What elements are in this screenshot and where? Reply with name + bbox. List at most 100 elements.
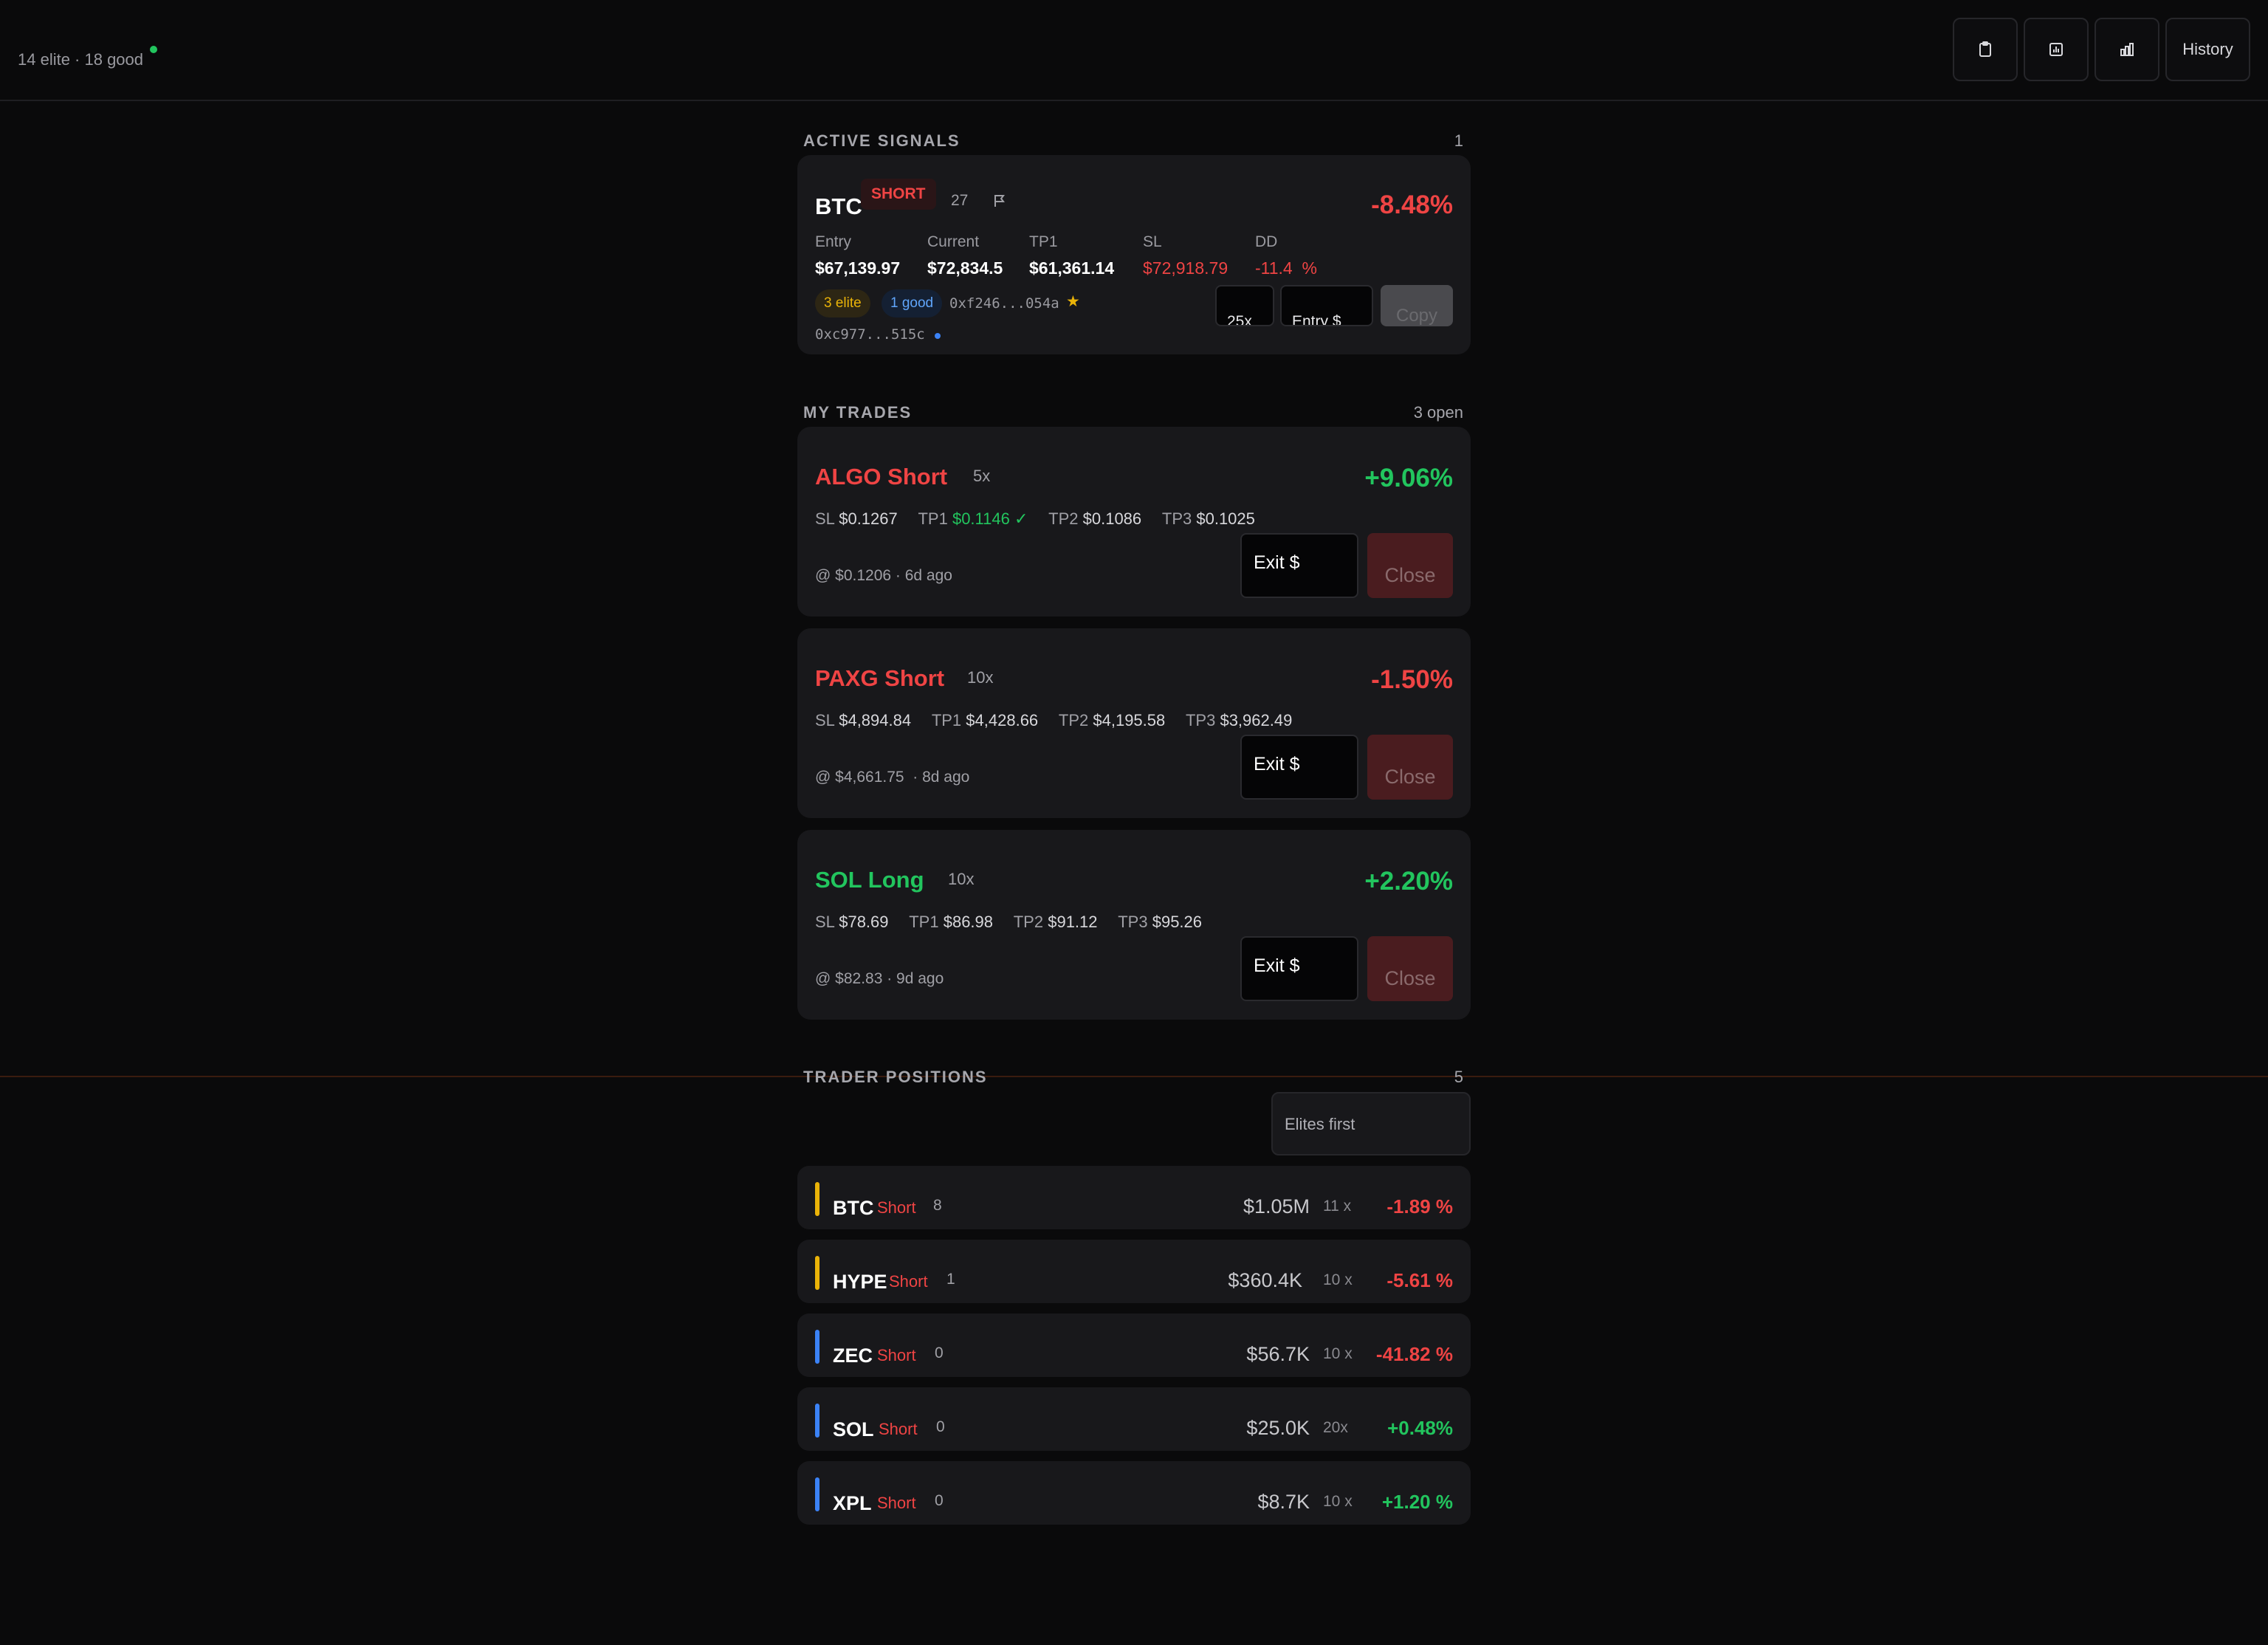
trade-entry-meta: @ $0.1206 · 6d ago — [815, 567, 952, 584]
wallet-address[interactable]: 0xf246...054a — [949, 295, 1059, 312]
status-text: 14 elite · 18 good — [18, 50, 144, 69]
position-leverage: 10 x — [1323, 1271, 1353, 1288]
tier-indicator — [815, 1182, 819, 1216]
my-trades-title: MY TRADES — [803, 403, 913, 422]
close-button[interactable]: Close — [1367, 735, 1453, 800]
position-size: $25.0K — [1246, 1417, 1310, 1439]
position-leverage: 10 x — [1323, 1493, 1353, 1510]
elite-count-badge: 3 elite — [815, 289, 870, 317]
report-button[interactable] — [2024, 18, 2089, 81]
tier-indicator — [815, 1256, 819, 1290]
table-row[interactable]: ZEC Short 0 $56.7K 10 x -41.82 % — [797, 1313, 1471, 1377]
clipboard-button[interactable] — [1953, 18, 2018, 81]
tier-indicator — [815, 1404, 819, 1438]
exit-price-input[interactable]: Exit $ — [1240, 533, 1358, 598]
flag-icon[interactable] — [992, 193, 1007, 208]
trade-leverage: 5x — [973, 467, 991, 485]
table-row[interactable]: XPL Short 0 $8.7K 10 x +1.20 % — [797, 1461, 1471, 1525]
trade-levels: SL $78.69 TP1 $86.98 TP2 $91.12 TP3 $95.… — [815, 913, 1203, 931]
signal-number: 27 — [951, 192, 969, 209]
position-side: Short — [879, 1420, 918, 1438]
position-trader-count: 0 — [935, 1492, 944, 1509]
entry-label: Entry — [815, 233, 852, 250]
position-side: Short — [877, 1346, 916, 1364]
trade-title: SOL Long — [815, 867, 924, 893]
clipboard-icon — [1979, 41, 1991, 57]
exit-price-input[interactable]: Exit $ — [1240, 735, 1358, 800]
tier-indicator — [815, 1330, 819, 1364]
trader-positions-title: TRADER POSITIONS — [803, 1068, 988, 1086]
position-symbol: HYPE — [833, 1271, 887, 1293]
position-pnl: +1.20 % — [1381, 1491, 1453, 1513]
table-row[interactable]: BTC Short 8 $1.05M 11 x -1.89 % — [797, 1166, 1471, 1229]
active-signals-count: 1 — [1454, 131, 1463, 150]
position-trader-count: 1 — [946, 1271, 955, 1288]
position-size: $56.7K — [1246, 1343, 1310, 1365]
position-side: Short — [877, 1494, 916, 1512]
section-divider — [0, 1076, 2268, 1077]
entry-value: $67,139.97 — [815, 258, 901, 278]
signal-symbol: BTC — [815, 193, 862, 219]
top-bar: 14 elite · 18 good History — [0, 0, 2268, 101]
tp1-hit-check-icon: ✓ — [1014, 509, 1028, 528]
active-signals-title: ACTIVE SIGNALS — [803, 131, 961, 150]
position-symbol: SOL — [833, 1418, 874, 1440]
good-count-badge: 1 good — [882, 289, 943, 317]
signal-pnl: -8.48% — [1371, 190, 1453, 219]
table-row[interactable]: SOL Short 0 $25.0K 20x +0.48% — [797, 1387, 1471, 1451]
copy-button[interactable]: Copy — [1381, 285, 1453, 326]
current-label: Current — [927, 233, 980, 250]
exit-price-input[interactable]: Exit $ — [1240, 936, 1358, 1001]
online-status-icon — [150, 46, 157, 53]
report-chart-icon — [2049, 43, 2063, 56]
trader-positions-count: 5 — [1454, 1068, 1463, 1086]
position-symbol: ZEC — [833, 1344, 873, 1367]
position-side: Short — [877, 1198, 916, 1217]
entry-price-input[interactable]: Entry $ — [1280, 285, 1373, 326]
trade-title: PAXG Short — [815, 665, 945, 691]
position-size: $1.05M — [1243, 1195, 1310, 1218]
tp1-value: $61,361.14 — [1029, 258, 1115, 278]
position-leverage: 10 x — [1323, 1345, 1353, 1362]
position-symbol: BTC — [833, 1197, 874, 1219]
signal-card[interactable]: BTC SHORT 27 -8.48% Entry Current TP1 SL… — [797, 155, 1471, 354]
trade-card[interactable]: PAXG Short 10x -1.50% SL $4,894.84 TP1 $… — [797, 628, 1471, 818]
close-button[interactable]: Close — [1367, 533, 1453, 598]
trade-leverage: 10x — [948, 870, 975, 888]
dd-label: DD — [1255, 233, 1278, 250]
position-symbol: XPL — [833, 1492, 872, 1514]
position-size: $360.4K — [1228, 1269, 1302, 1291]
trade-title: ALGO Short — [815, 464, 948, 490]
position-trader-count: 0 — [936, 1418, 945, 1435]
leverage-input[interactable]: 25x — [1215, 285, 1274, 326]
sl-label: SL — [1143, 233, 1162, 250]
position-trader-count: 8 — [933, 1197, 942, 1214]
stats-button[interactable] — [2095, 18, 2159, 81]
wallet-address[interactable]: 0xc977...515c — [815, 326, 925, 343]
position-pnl: +0.48% — [1387, 1417, 1453, 1439]
position-pnl: -41.82 % — [1375, 1343, 1453, 1365]
position-size: $8.7K — [1257, 1491, 1310, 1513]
trade-entry-meta: @ $4,661.75 · 8d ago — [815, 769, 970, 786]
sort-select[interactable]: Elites first — [1271, 1092, 1471, 1155]
tier-indicator — [815, 1477, 819, 1511]
signal-side-badge: SHORT — [861, 179, 936, 210]
trade-card[interactable]: SOL Long 10x +2.20% SL $78.69 TP1 $86.98… — [797, 830, 1471, 1020]
bar-chart-icon — [2120, 43, 2134, 56]
star-icon: ★ — [1066, 293, 1080, 310]
trade-pnl: -1.50% — [1371, 665, 1453, 694]
position-leverage: 20x — [1323, 1419, 1348, 1436]
position-leverage: 11 x — [1323, 1198, 1352, 1215]
sl-value: $72,918.79 — [1143, 258, 1228, 278]
position-side: Short — [889, 1272, 928, 1291]
position-pnl: -1.89 % — [1386, 1195, 1453, 1218]
trade-pnl: +9.06% — [1364, 464, 1453, 492]
close-button[interactable]: Close — [1367, 936, 1453, 1001]
history-button[interactable]: History — [2165, 18, 2250, 81]
trade-card[interactable]: ALGO Short 5x +9.06% SL $0.1267 TP1 $0.1… — [797, 427, 1471, 617]
trade-leverage: 10x — [967, 668, 994, 687]
position-trader-count: 0 — [935, 1344, 944, 1361]
table-row[interactable]: HYPE Short 1 $360.4K 10 x -5.61 % — [797, 1240, 1471, 1303]
current-value: $72,834.5 — [927, 258, 1003, 278]
dd-value: -11.4 % — [1255, 258, 1317, 278]
